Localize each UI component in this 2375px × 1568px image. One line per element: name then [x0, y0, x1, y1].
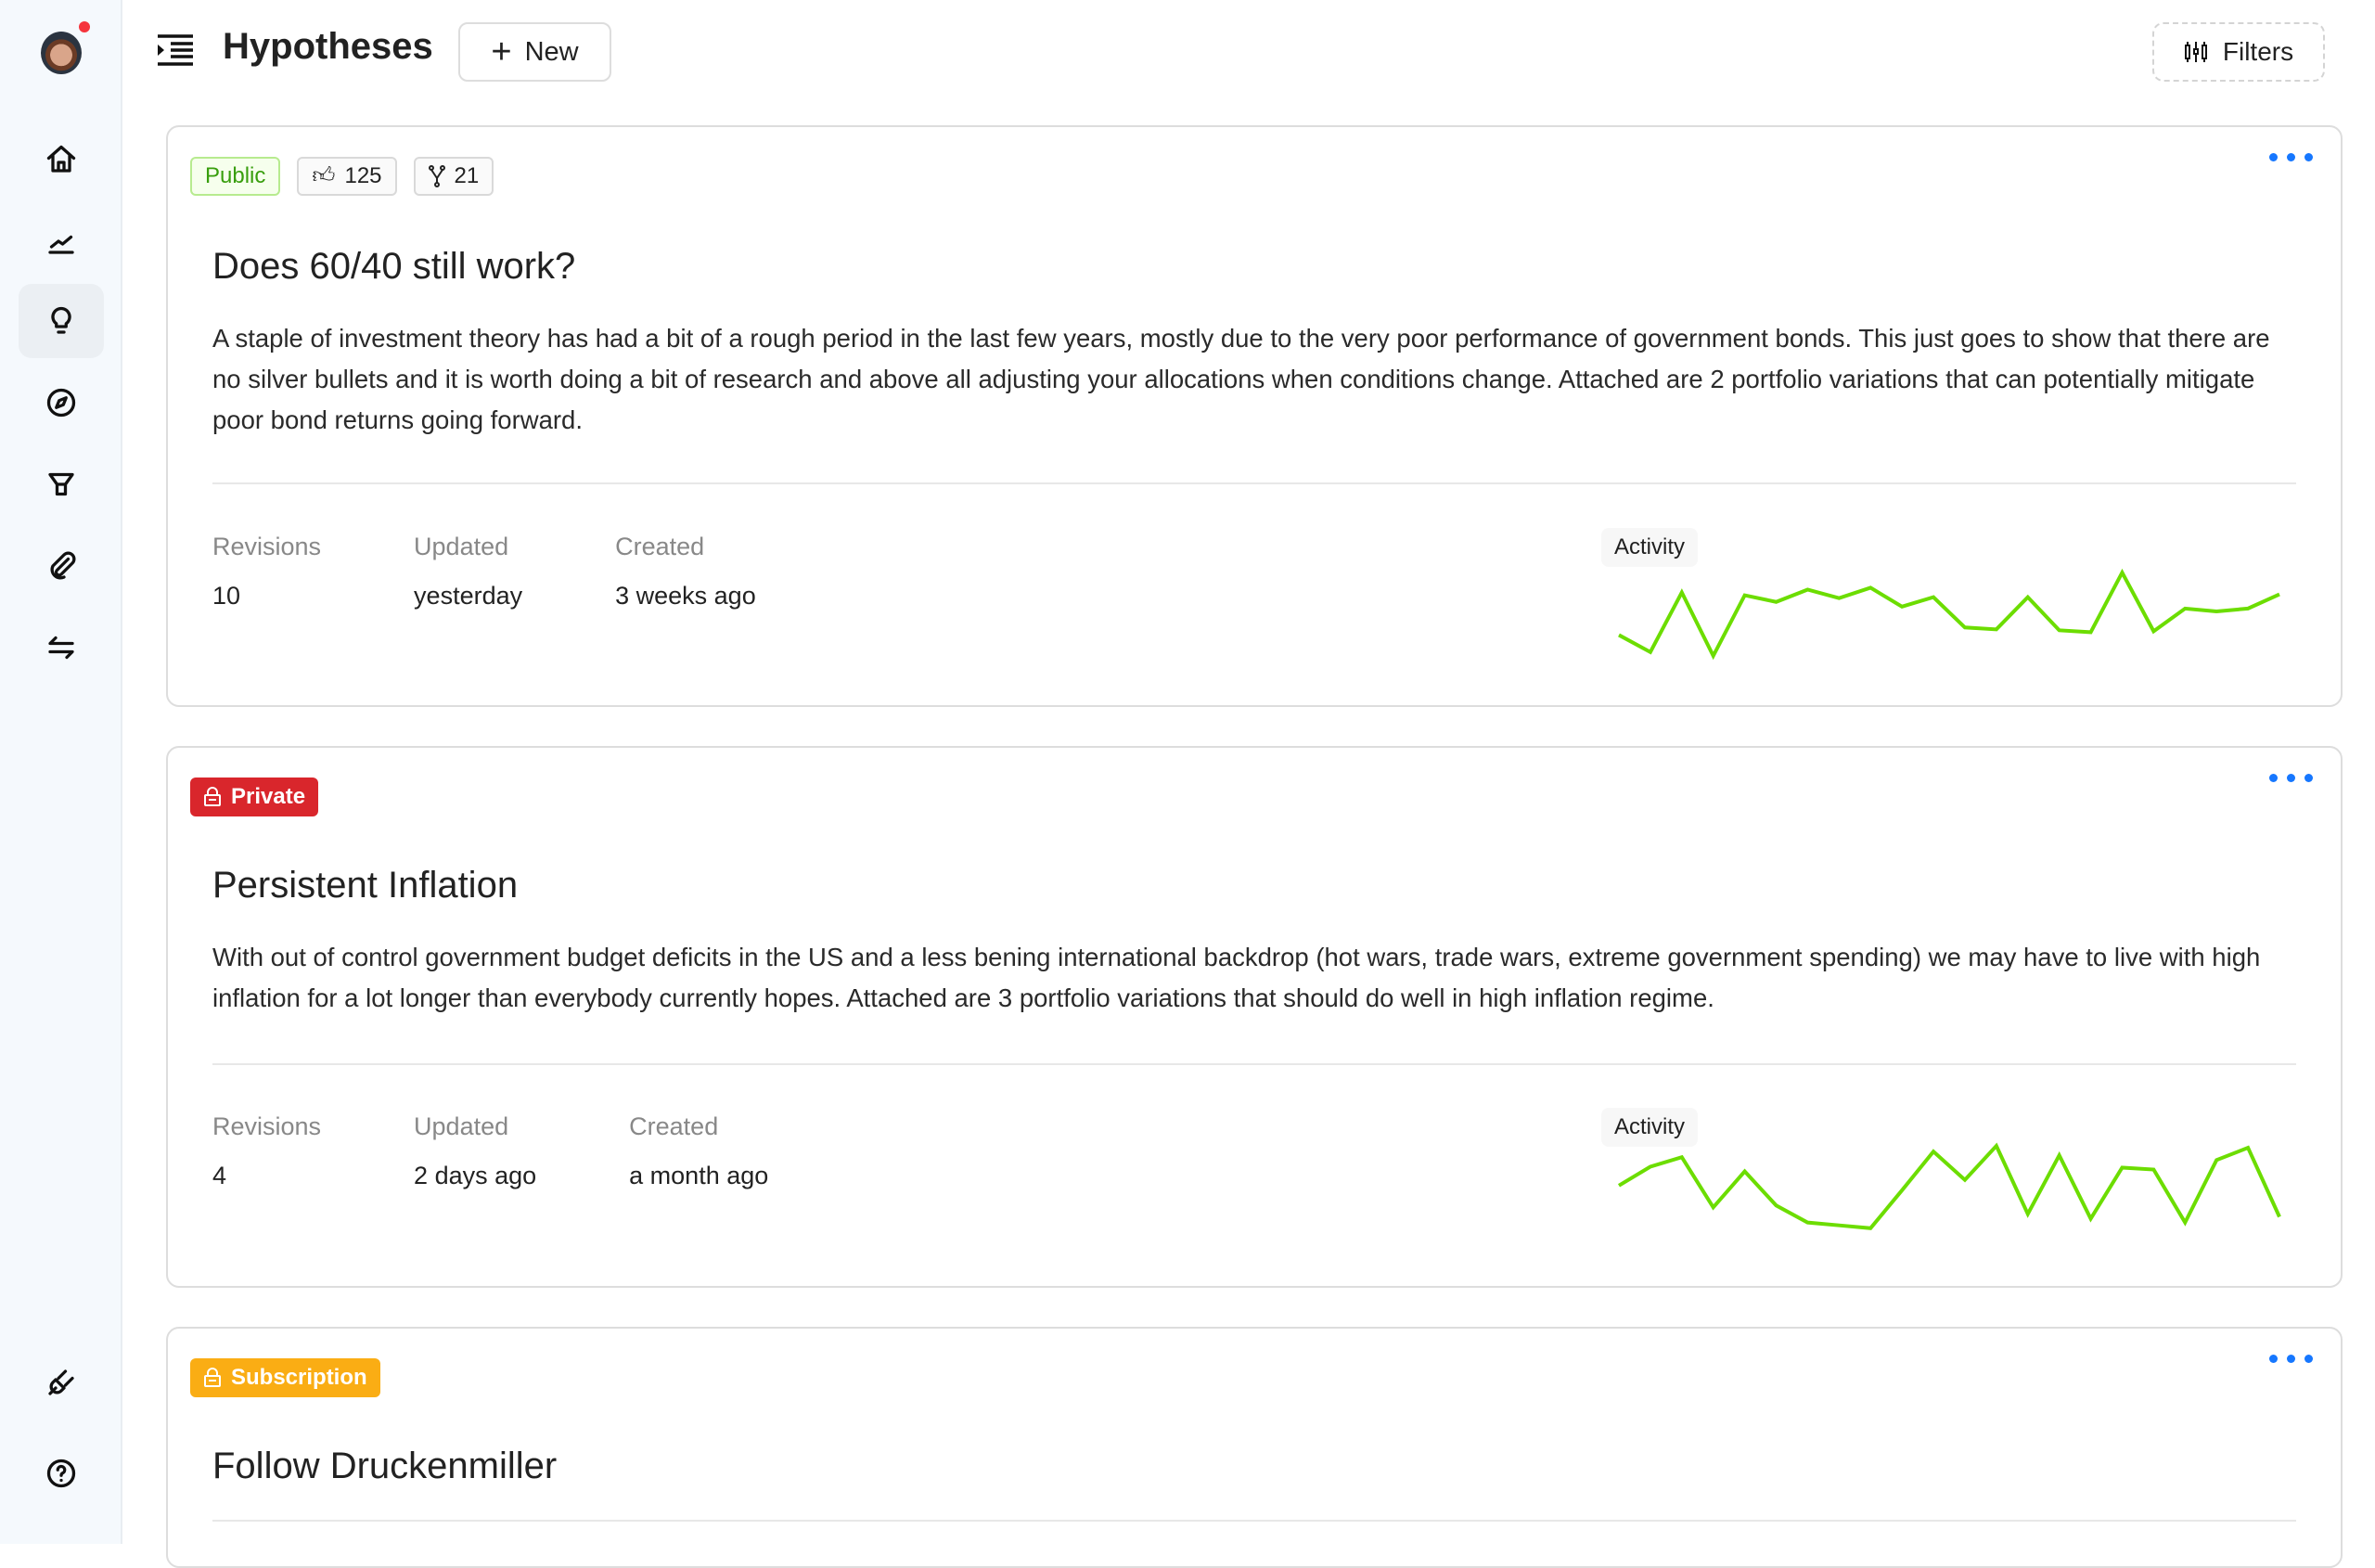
updated-value: 2 days ago	[414, 1162, 537, 1189]
activity-line	[1617, 1142, 2281, 1230]
thumbs-up-icon: 👍︎	[312, 163, 336, 188]
card-description: With out of control government budget de…	[212, 943, 2261, 1012]
card-title[interactable]: Persistent Inflation	[212, 865, 518, 906]
activity-line	[1618, 568, 2280, 661]
card-title[interactable]: Does 60/40 still work?	[212, 246, 575, 288]
sidebar-item-plugin[interactable]	[19, 1345, 104, 1420]
card-title[interactable]: Follow Druckenmiller	[212, 1446, 557, 1487]
created-value: 3 weeks ago	[615, 582, 756, 610]
fork-count: 21	[454, 163, 480, 188]
new-button[interactable]: + New	[458, 22, 611, 82]
activity-sparkline	[1618, 568, 2280, 661]
sidebar-item-home[interactable]	[19, 122, 104, 197]
plus-icon: +	[491, 32, 512, 71]
created-label: Created	[629, 1112, 719, 1140]
private-badge: Private	[190, 778, 319, 816]
more-options-button[interactable]	[2269, 153, 2313, 161]
more-options-button[interactable]	[2269, 774, 2313, 782]
activity-sparkline	[1617, 1142, 2281, 1230]
sidebar	[0, 0, 122, 1544]
public-badge: Public	[190, 157, 281, 196]
lightbulb-icon	[51, 306, 71, 334]
sidebar-item-chart[interactable]	[19, 204, 104, 278]
sidebar-item-transfers[interactable]	[19, 610, 104, 685]
notification-dot	[79, 21, 90, 32]
filters-button[interactable]: Filters	[2152, 22, 2325, 82]
paperclip-icon	[50, 551, 76, 580]
sliders-icon	[2184, 42, 2207, 62]
fork-button[interactable]: 21	[413, 157, 494, 196]
sidebar-item-help[interactable]	[19, 1436, 104, 1510]
revisions-value: 4	[212, 1162, 227, 1189]
activity-label: Activity	[1601, 1108, 1699, 1147]
lock-icon	[204, 787, 221, 806]
like-button[interactable]: 👍︎ 125	[297, 157, 397, 196]
created-value: a month ago	[629, 1162, 769, 1189]
divider	[212, 1063, 2296, 1065]
updated-label: Updated	[414, 1112, 509, 1140]
user-avatar[interactable]	[41, 32, 82, 74]
like-count: 125	[344, 163, 382, 188]
created-label: Created	[615, 533, 705, 560]
filters-label: Filters	[2222, 37, 2294, 66]
home-icon	[46, 145, 76, 173]
sidebar-item-explore[interactable]	[19, 366, 104, 440]
card-description: A staple of investment theory has had a …	[212, 324, 2270, 434]
revisions-value: 10	[212, 582, 241, 610]
compass-icon	[46, 388, 76, 418]
help-icon	[46, 1459, 76, 1488]
hypothesis-card[interactable]: Public 👍︎ 125 21 Does 60/40 still work? A…	[166, 125, 2343, 707]
hypothesis-card[interactable]: Private Persistent Inflation With out of…	[166, 746, 2343, 1288]
plug-icon	[48, 1369, 74, 1395]
hypothesis-card[interactable]: Subscription Follow Druckenmiller	[166, 1327, 2343, 1568]
revisions-label: Revisions	[212, 1112, 322, 1140]
lock-icon	[204, 1368, 221, 1387]
more-options-button[interactable]	[2269, 1355, 2313, 1363]
sidebar-item-hypotheses[interactable]	[19, 284, 104, 358]
new-label: New	[524, 36, 579, 67]
sidebar-item-attachments[interactable]	[19, 529, 104, 603]
menu-toggle-icon[interactable]	[158, 33, 195, 67]
arrows-exchange-icon	[48, 636, 74, 660]
revisions-label: Revisions	[212, 533, 322, 560]
funnel-icon	[48, 472, 74, 496]
sidebar-item-funnel[interactable]	[19, 447, 104, 521]
subscription-label: Subscription	[231, 1365, 367, 1390]
updated-label: Updated	[414, 533, 509, 560]
divider	[212, 482, 2296, 484]
updated-value: yesterday	[414, 582, 523, 610]
page-title: Hypotheses	[223, 26, 433, 67]
subscription-badge: Subscription	[190, 1358, 380, 1397]
line-chart-icon	[48, 235, 74, 254]
private-label: Private	[231, 784, 306, 809]
fork-icon	[428, 165, 445, 187]
divider	[212, 1520, 2296, 1522]
activity-label: Activity	[1601, 528, 1699, 567]
